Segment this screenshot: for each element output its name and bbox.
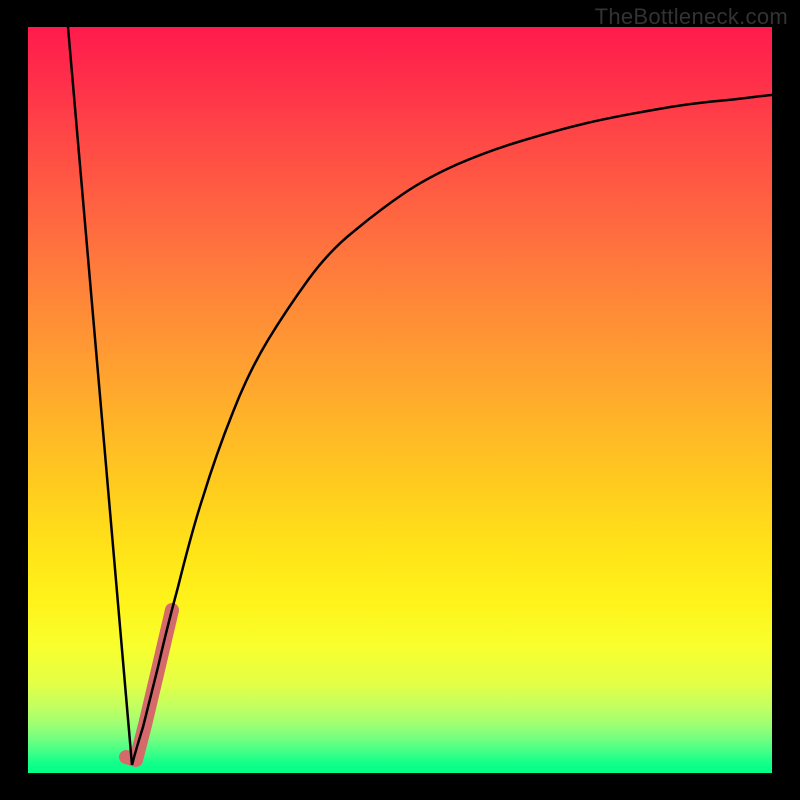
watermark-text: TheBottleneck.com <box>595 4 788 30</box>
descending-line <box>68 27 132 765</box>
ascending-curve <box>132 95 772 765</box>
chart-svg <box>28 27 772 773</box>
plot-area <box>28 27 772 773</box>
chart-container: TheBottleneck.com <box>0 0 800 800</box>
